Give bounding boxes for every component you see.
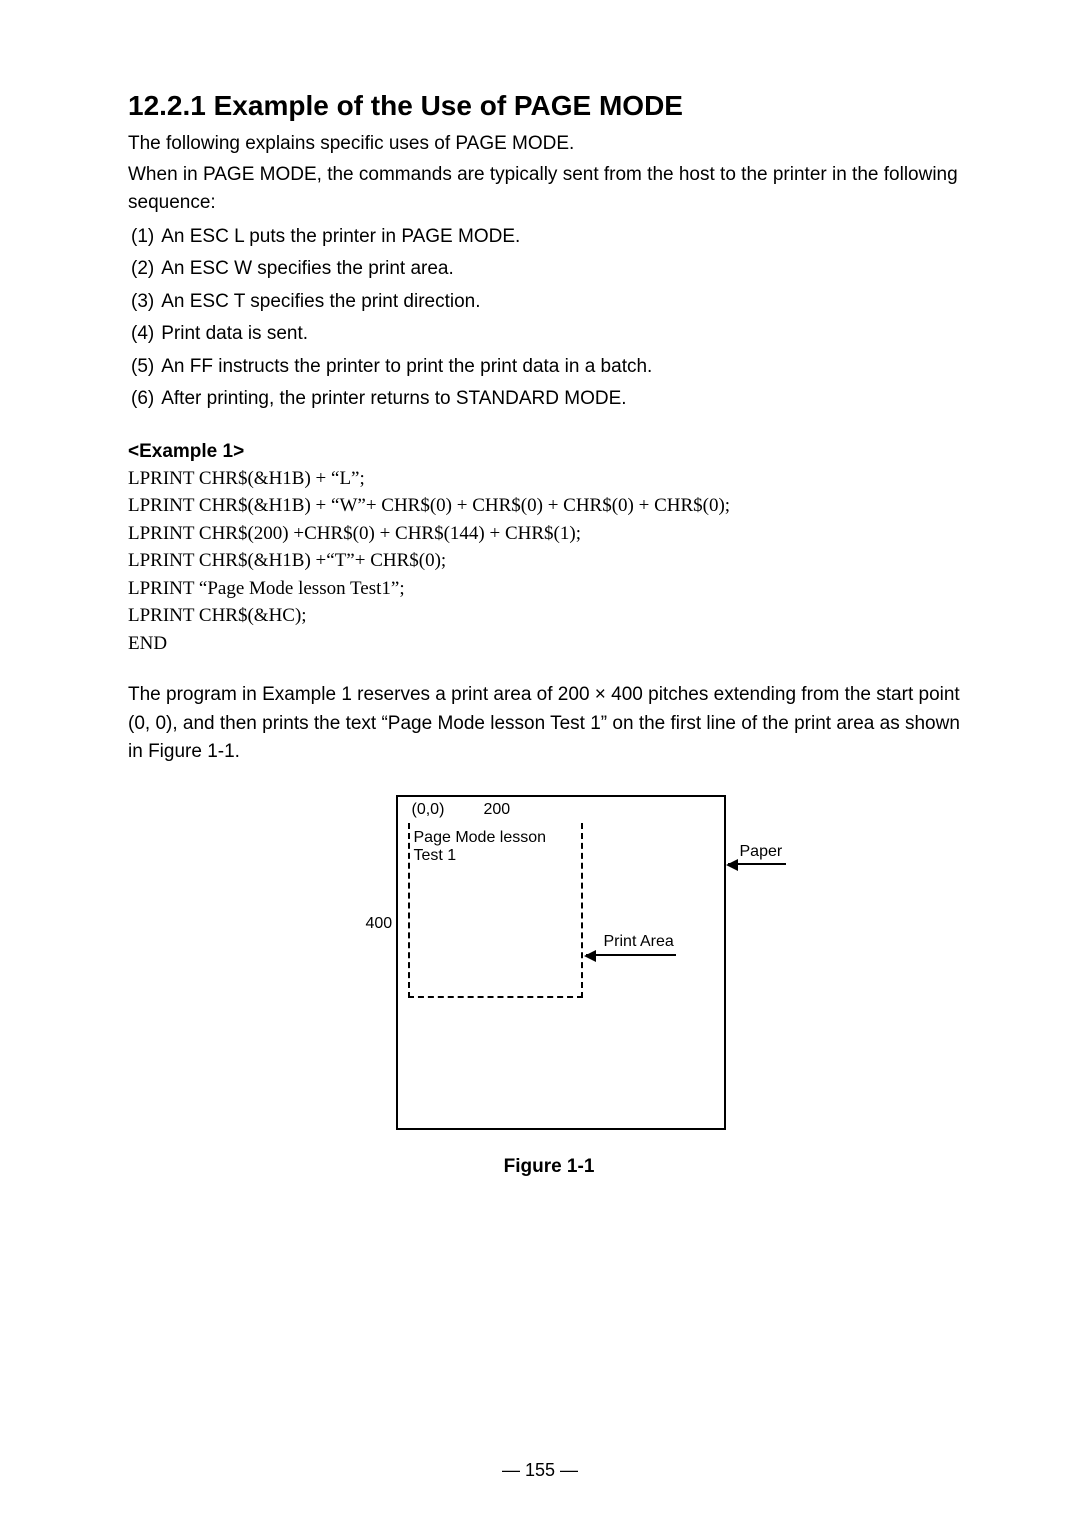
explanation-paragraph: The program in Example 1 reserves a prin… (128, 681, 970, 767)
example-title: <Example 1> (128, 441, 970, 463)
code-line: LPRINT CHR$(&HC); (128, 602, 970, 630)
code-line: END (128, 630, 970, 658)
step-text: An ESC L puts the printer in PAGE MODE. (160, 222, 653, 253)
arrow-paper-icon (728, 863, 786, 865)
figure: Page Mode lesson Test 1 (0,0) 200 400 Pa… (128, 795, 970, 1178)
intro-line-1: The following explains specific uses of … (128, 130, 970, 159)
section-heading: 12.2.1 Example of the Use of PAGE MODE (128, 90, 970, 122)
origin-label: (0,0) (412, 801, 445, 819)
step-num: (5) (130, 352, 158, 383)
steps-list: (1)An ESC L puts the printer in PAGE MOD… (128, 220, 655, 417)
code-line: LPRINT CHR$(&H1B) +“T”+ CHR$(0); (128, 547, 970, 575)
printed-text-line-1: Page Mode lesson (414, 829, 547, 846)
step-text: After printing, the printer returns to S… (160, 384, 653, 415)
step-row: (2)An ESC W specifies the print area. (130, 254, 653, 285)
intro-line-2: When in PAGE MODE, the commands are typi… (128, 161, 970, 218)
code-line: LPRINT CHR$(&H1B) + “L”; (128, 465, 970, 493)
step-text: An ESC T specifies the print direction. (160, 287, 653, 318)
arrow-print-area-icon (586, 954, 676, 956)
step-text: Print data is sent. (160, 319, 653, 350)
step-num: (1) (130, 222, 158, 253)
printed-text-line-2: Test 1 (414, 847, 457, 864)
code-line: LPRINT CHR$(200) +CHR$(0) + CHR$(144) + … (128, 520, 970, 548)
step-row: (3)An ESC T specifies the print directio… (130, 287, 653, 318)
width-label: 200 (484, 801, 511, 819)
diagram: Page Mode lesson Test 1 (0,0) 200 400 Pa… (336, 795, 736, 1135)
figure-caption: Figure 1-1 (128, 1156, 970, 1178)
print-area-box: Page Mode lesson Test 1 (408, 823, 583, 998)
print-area-label: Print Area (604, 933, 674, 951)
code-line: LPRINT CHR$(&H1B) + “W”+ CHR$(0) + CHR$(… (128, 492, 970, 520)
page-number: — 155 — (0, 1460, 1080, 1481)
code-line: LPRINT “Page Mode lesson Test1”; (128, 575, 970, 603)
step-num: (4) (130, 319, 158, 350)
step-num: (6) (130, 384, 158, 415)
step-row: (1)An ESC L puts the printer in PAGE MOD… (130, 222, 653, 253)
paper-label: Paper (740, 843, 783, 861)
step-text: An FF instructs the printer to print the… (160, 352, 653, 383)
step-text: An ESC W specifies the print area. (160, 254, 653, 285)
step-row: (4)Print data is sent. (130, 319, 653, 350)
step-num: (3) (130, 287, 158, 318)
height-label: 400 (366, 915, 393, 933)
step-row: (5)An FF instructs the printer to print … (130, 352, 653, 383)
step-num: (2) (130, 254, 158, 285)
step-row: (6)After printing, the printer returns t… (130, 384, 653, 415)
